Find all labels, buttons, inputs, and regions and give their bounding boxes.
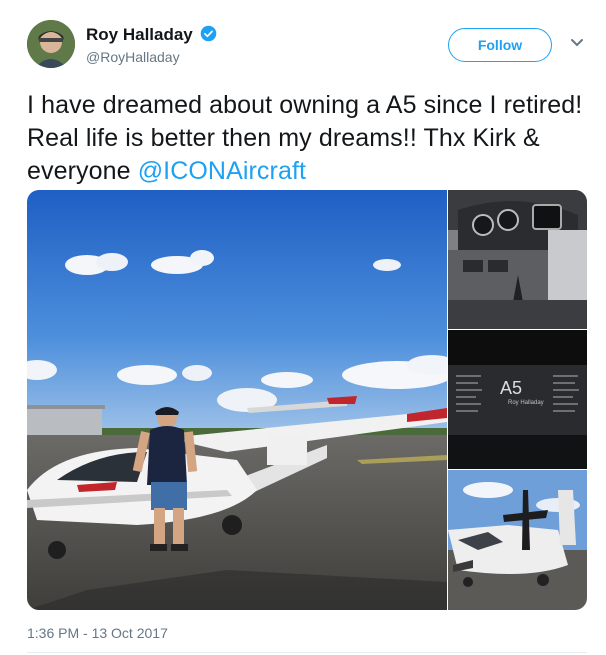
- tweet-text: I have dreamed about owning a A5 since I…: [27, 89, 587, 188]
- placard-owner: Roy Halladay: [508, 400, 544, 406]
- media-grid: A5 Roy Halladay: [27, 190, 587, 610]
- chevron-down-icon[interactable]: [570, 38, 584, 48]
- photo-main[interactable]: [27, 190, 447, 610]
- verified-badge-icon: [200, 25, 217, 42]
- author-name[interactable]: Roy Halladay: [86, 25, 193, 45]
- avatar[interactable]: [27, 20, 75, 68]
- author-handle[interactable]: @RoyHalladay: [86, 49, 180, 65]
- tweet-timestamp[interactable]: 1:36 PM - 13 Oct 2017: [27, 625, 168, 641]
- divider: [27, 652, 587, 653]
- mention-link[interactable]: @ICONAircraft: [138, 157, 306, 185]
- photo-placard[interactable]: A5 Roy Halladay: [448, 330, 587, 469]
- placard-model: A5: [500, 378, 522, 398]
- photo-wings-folded[interactable]: [448, 470, 587, 610]
- follow-button[interactable]: Follow: [448, 28, 552, 62]
- photo-cockpit[interactable]: [448, 190, 587, 329]
